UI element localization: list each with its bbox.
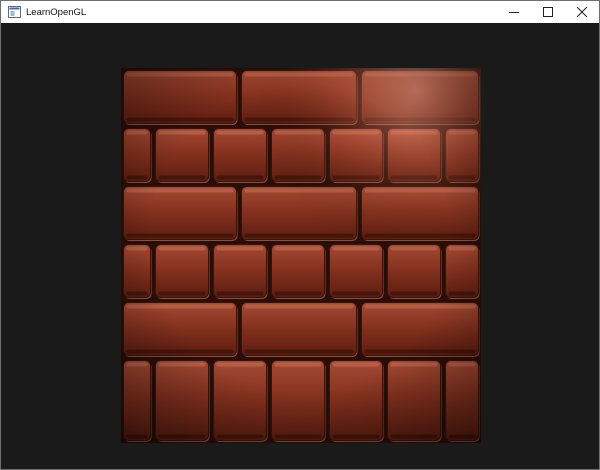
maximize-button[interactable]: [531, 1, 565, 23]
brick-wall-quad: [121, 68, 481, 443]
minimize-button[interactable]: [497, 1, 531, 23]
window-icon: [6, 4, 22, 20]
shading-vignette: [121, 68, 481, 443]
close-button[interactable]: [565, 1, 599, 23]
maximize-icon: [543, 7, 553, 17]
close-icon: [577, 7, 587, 17]
app-window: LearnOpenGL: [0, 0, 600, 470]
minimize-icon: [509, 12, 519, 13]
window-title: LearnOpenGL: [26, 6, 87, 18]
render-viewport[interactable]: [1, 23, 599, 469]
title-bar[interactable]: LearnOpenGL: [1, 1, 599, 23]
window-controls: [497, 1, 599, 23]
